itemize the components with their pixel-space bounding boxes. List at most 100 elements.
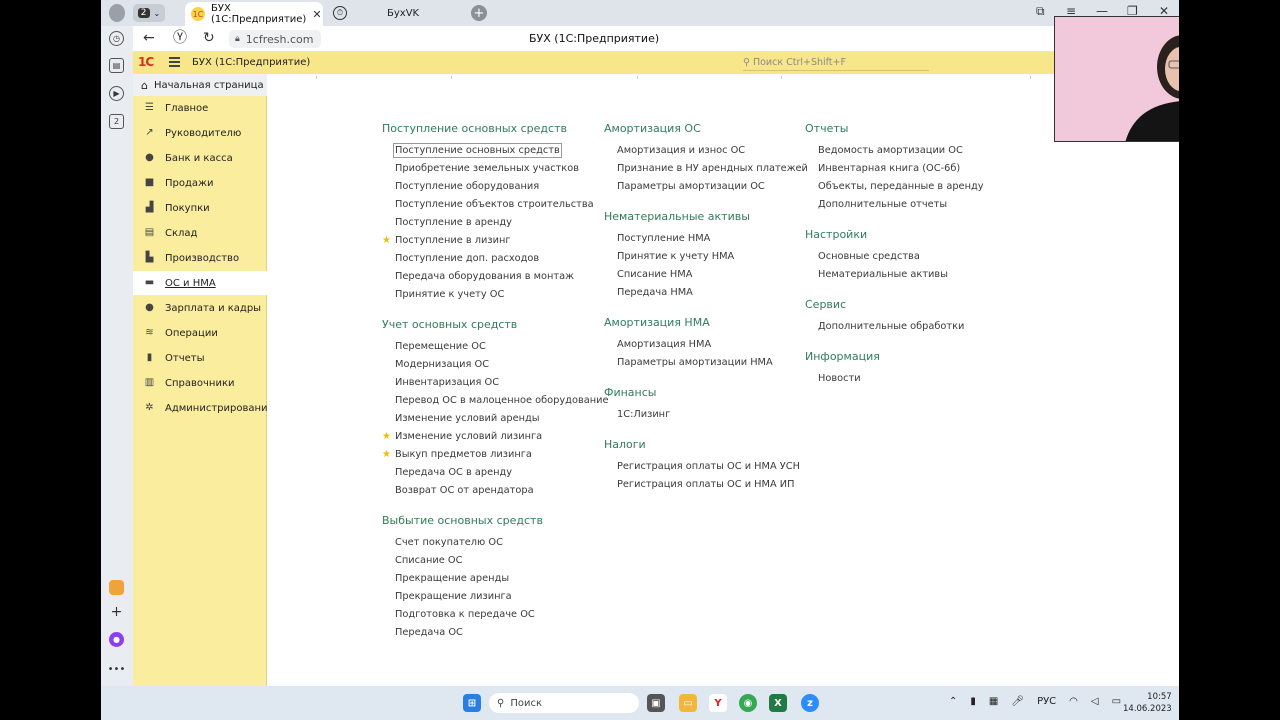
command-link[interactable]: Дополнительные обработки (818, 321, 964, 332)
command-link[interactable]: Подготовка к передаче ОС (395, 609, 535, 620)
sidebar-item[interactable]: ■ Продажи (133, 171, 267, 195)
command-link[interactable]: Поступление объектов строительства (395, 199, 594, 210)
meet-icon[interactable]: ▮ (970, 696, 976, 707)
command-link[interactable]: Счет покупателю ОС (395, 537, 503, 548)
sidebar-item[interactable]: ▥ Справочники (133, 371, 267, 395)
command-link[interactable]: Новости (818, 373, 861, 384)
command-link[interactable]: Принятие к учету НМА (617, 251, 734, 262)
wifi-icon[interactable]: ◠ (1069, 696, 1078, 707)
sidebar-item[interactable]: ▟ Покупки (133, 196, 267, 220)
command-link[interactable]: Инвентарная книга (ОС-6б) (818, 163, 960, 174)
close-icon[interactable]: ✕ (312, 8, 321, 21)
command-link[interactable]: Поступление в лизинг (395, 235, 511, 246)
command-link[interactable]: Прекращение лизинга (395, 591, 512, 602)
command-link[interactable]: Модернизация ОС (395, 359, 489, 370)
app-tray-icon[interactable]: ▦ (989, 696, 998, 707)
windows-start-icon[interactable]: ⊞ (463, 694, 481, 712)
sidebar-item[interactable]: ☰ Главное (133, 96, 267, 120)
sidebar-item[interactable]: ● Банк и касса (133, 146, 267, 170)
command-link[interactable]: Регистрация оплаты ОС и НМА УСН (617, 461, 800, 472)
command-link[interactable]: Изменение условий лизинга (395, 431, 542, 442)
sidebar-item[interactable]: ✲ Администрирование (133, 396, 273, 420)
command-link[interactable]: Передача ОС в аренду (395, 467, 512, 478)
back-icon[interactable]: ← (143, 31, 155, 45)
sidebar-item[interactable]: ▮ Отчеты (133, 346, 267, 370)
mail-app-icon[interactable] (109, 580, 124, 595)
profile-avatar[interactable] (109, 4, 125, 22)
command-link[interactable]: Приобретение земельных участков (395, 163, 579, 174)
collections-icon[interactable]: ⧉ (1036, 4, 1045, 19)
command-link[interactable]: Изменение условий аренды (395, 413, 540, 424)
system-tray: ⌃ ▮ ▦ 🎤︎ РУС ◠ ◁ ▭ (949, 696, 1121, 707)
tab-buh[interactable]: 1С БУХ (1С:Предприятие) ✕ (185, 2, 323, 26)
task-view-icon[interactable]: ▣ (647, 694, 665, 712)
command-link[interactable]: Возврат ОС от арендатора (395, 485, 534, 496)
command-link[interactable]: Амортизация НМА (617, 339, 711, 350)
taskbar-search[interactable]: ⚲ Поиск (489, 693, 639, 713)
hamburger-menu-icon[interactable] (169, 57, 180, 67)
command-link[interactable]: Регистрация оплаты ОС и НМА ИП (617, 479, 795, 490)
alice-icon[interactable]: ● (109, 632, 124, 647)
chrome-icon[interactable]: ◉ (739, 694, 757, 712)
command-link[interactable]: Амортизация и износ ОС (617, 145, 745, 156)
command-link[interactable]: Ведомость амортизации ОС (818, 145, 963, 156)
command-link[interactable]: Прекращение аренды (395, 573, 509, 584)
command-link[interactable]: Поступление доп. расходов (395, 253, 539, 264)
command-link[interactable]: Дополнительные отчеты (818, 199, 947, 210)
volume-icon[interactable]: ◁ (1091, 696, 1099, 707)
history-icon[interactable]: ◷ (109, 31, 124, 46)
search-input[interactable]: ⚲ Поиск Ctrl+Shift+F (743, 55, 929, 71)
command-link[interactable]: Основные средства (818, 251, 920, 262)
command-link[interactable]: 1С:Лизинг (617, 409, 670, 420)
bookmarks-icon[interactable]: ▤ (109, 58, 124, 73)
favorite-star-icon[interactable]: ★ (382, 431, 391, 442)
command-link[interactable]: Объекты, переданные в аренду (818, 181, 984, 192)
rail-badge[interactable]: 2 (109, 114, 124, 129)
command-link[interactable]: Передача оборудования в монтаж (395, 271, 574, 282)
tab-group-counter[interactable]: 2 ⌄ (133, 4, 165, 22)
command-link[interactable]: Поступление НМА (617, 233, 710, 244)
add-icon[interactable]: + (109, 604, 124, 620)
command-link[interactable]: Перемещение ОС (395, 341, 486, 352)
tab-buhvk[interactable]: ⏱ БухVK (327, 2, 465, 24)
command-link[interactable]: Выкуп предметов лизинга (395, 449, 532, 460)
play-icon[interactable]: ▶ (109, 86, 124, 101)
url-field[interactable]: 🔒︎ 1cfresh.com (229, 30, 322, 48)
yandex-browser-icon[interactable]: Y (709, 694, 727, 712)
zoom-icon[interactable]: z (801, 694, 819, 712)
file-explorer-icon[interactable]: ▭ (679, 694, 697, 712)
language-indicator[interactable]: РУС (1037, 696, 1056, 707)
reload-icon[interactable]: ↻ (203, 31, 215, 45)
more-icon[interactable]: ••• (108, 662, 126, 677)
sidebar-item[interactable]: ▬ ОС и НМА (133, 271, 267, 295)
command-link[interactable]: Инвентаризация ОС (395, 377, 499, 388)
command-link[interactable]: Принятие к учету ОС (395, 289, 504, 300)
command-link[interactable]: Списание НМА (617, 269, 692, 280)
sidebar-item[interactable]: ↗ Руководителю (133, 121, 267, 145)
command-link[interactable]: Передача ОС (395, 627, 463, 638)
battery-icon[interactable]: ▭ (1112, 696, 1121, 707)
microphone-icon[interactable]: 🎤︎ (1011, 696, 1024, 707)
command-link[interactable]: Параметры амортизации НМА (617, 357, 773, 368)
command-link[interactable]: Поступление оборудования (395, 181, 539, 192)
command-link[interactable]: Передача НМА (617, 287, 693, 298)
command-link[interactable]: Списание ОС (395, 555, 462, 566)
command-link[interactable]: Перевод ОС в малоценное оборудование (395, 395, 609, 406)
command-link[interactable]: Поступление основных средств (393, 143, 562, 158)
tab-home[interactable]: ⌂ Начальная страница (133, 74, 267, 96)
command-link[interactable]: Признание в НУ арендных платежей (617, 163, 808, 174)
sidebar-item[interactable]: ≋ Операции (133, 321, 267, 345)
excel-icon[interactable]: X (769, 694, 787, 712)
new-tab-icon[interactable]: + (471, 5, 487, 21)
chevron-up-icon[interactable]: ⌃ (949, 696, 957, 707)
command-link[interactable]: Параметры амортизации ОС (617, 181, 765, 192)
command-link[interactable]: Поступление в аренду (395, 217, 512, 228)
clock[interactable]: 10:57 14.06.2023 (1123, 691, 1172, 715)
sidebar-item[interactable]: ▤ Склад (133, 221, 267, 245)
command-link[interactable]: Нематериальные активы (818, 269, 948, 280)
favorite-star-icon[interactable]: ★ (382, 235, 391, 246)
sidebar-item[interactable]: ● Зарплата и кадры (133, 296, 267, 320)
favorite-star-icon[interactable]: ★ (382, 449, 391, 460)
sidebar-item[interactable]: ▙ Производство (133, 246, 267, 270)
yandex-icon[interactable]: Ⓨ (173, 31, 187, 45)
